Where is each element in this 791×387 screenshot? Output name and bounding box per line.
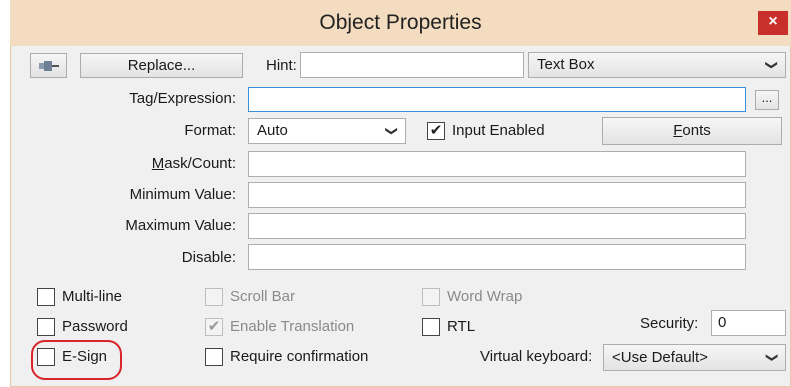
rtl-label: RTL (447, 318, 476, 335)
minimum-value-input[interactable] (248, 182, 746, 208)
mask-mnemonic: M (151, 155, 165, 172)
tag-expression-label: Tag/Expression: (129, 90, 236, 107)
virtual-keyboard-value: <Use Default> (612, 349, 708, 366)
mask-count-label: Mask/Count: (60, 152, 236, 176)
password-checkbox[interactable] (37, 318, 55, 336)
tag-expression-input[interactable] (248, 87, 746, 112)
format-value: Auto (257, 122, 288, 139)
chevron-down-icon: ❯ (765, 352, 780, 363)
mask-count-input[interactable] (248, 151, 746, 177)
replace-button[interactable]: Replace... (80, 53, 243, 78)
input-enabled-checkbox[interactable]: ✔ (427, 122, 445, 140)
virtual-keyboard-select[interactable]: <Use Default> ❯ (603, 344, 786, 371)
scroll-bar-label: Scroll Bar (230, 288, 296, 305)
esign-highlight-circle (31, 340, 122, 380)
replace-button-label: Replace... (127, 57, 196, 74)
fonts-label: onts (682, 122, 711, 139)
security-input[interactable]: 0 (711, 310, 786, 336)
pin-button[interactable] (30, 53, 67, 78)
dialog-title: Object Properties (319, 11, 482, 34)
maximum-value-input[interactable] (248, 213, 746, 239)
pushpin-icon (38, 59, 60, 76)
word-wrap-label: Word Wrap (447, 288, 523, 305)
maximum-value-label: Maximum Value: (125, 217, 236, 234)
disable-label: Disable: (181, 249, 236, 266)
close-button[interactable]: × (758, 11, 788, 35)
require-confirmation-label: Require confirmation (230, 348, 369, 365)
scroll-bar-checkbox[interactable] (205, 288, 223, 306)
multiline-label: Multi-line (62, 288, 123, 305)
require-confirmation-checkbox[interactable] (205, 348, 223, 366)
hint-label: Hint: (266, 57, 297, 74)
input-enabled-label: Input Enabled (452, 122, 545, 139)
word-wrap-checkbox[interactable] (422, 288, 440, 306)
minimum-value-label: Minimum Value: (129, 186, 236, 203)
fonts-button[interactable]: Fonts (602, 117, 782, 145)
format-label: Format: (184, 122, 236, 139)
enable-translation-checkbox[interactable]: ✔ (205, 318, 223, 336)
security-label: Security: (640, 315, 699, 332)
tag-browse-label: ... (761, 90, 773, 105)
chevron-down-icon: ❯ (764, 59, 779, 71)
tag-browse-button[interactable]: ... (755, 90, 779, 110)
object-type-select[interactable]: Text Box ❯ (528, 52, 786, 78)
chevron-down-icon: ❯ (384, 125, 399, 137)
enable-translation-label: Enable Translation (230, 318, 355, 335)
virtual-keyboard-label: Virtual keyboard: (480, 348, 593, 365)
multiline-checkbox[interactable] (37, 288, 55, 306)
hint-input[interactable] (300, 52, 524, 78)
mask-label-text: ask/Count: (164, 155, 236, 172)
format-select[interactable]: Auto ❯ (248, 118, 406, 144)
disable-input[interactable] (248, 244, 746, 270)
object-type-value: Text Box (537, 56, 595, 73)
password-label: Password (62, 318, 128, 335)
rtl-checkbox[interactable] (422, 318, 440, 336)
